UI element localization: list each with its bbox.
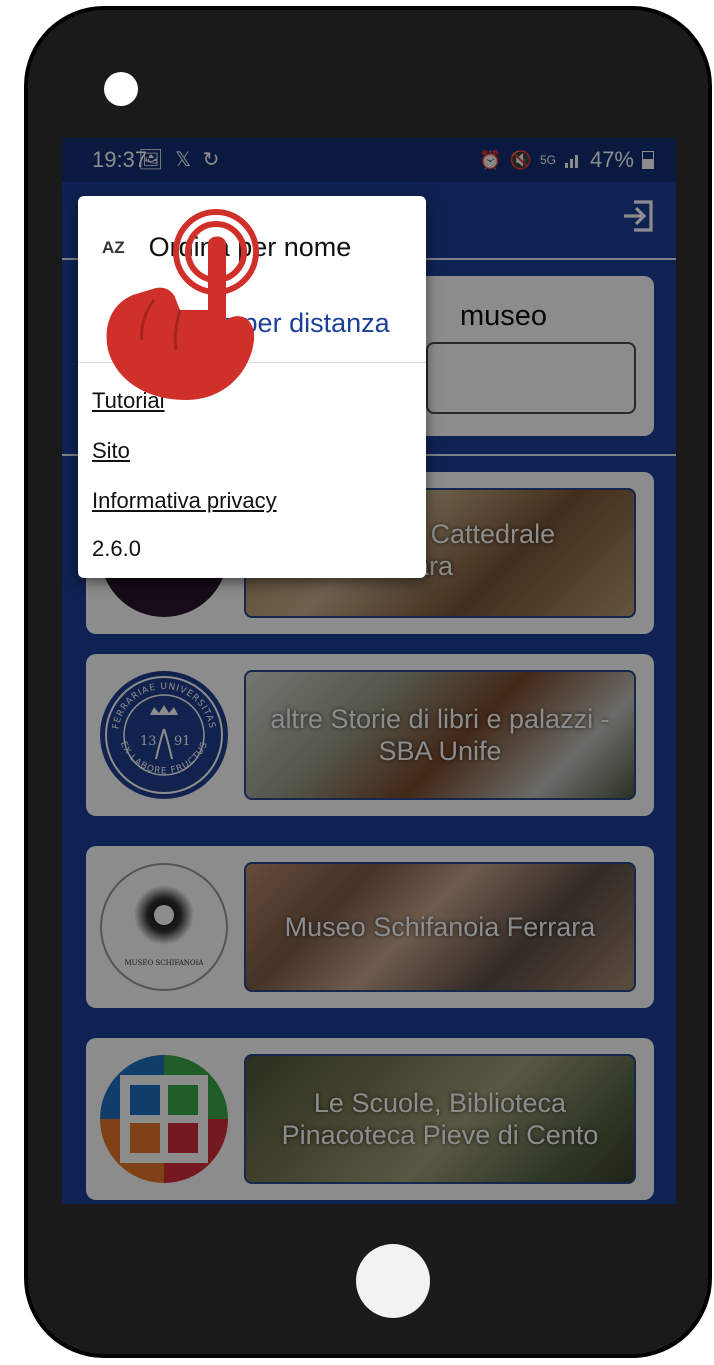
- tap-hand-icon: [106, 209, 259, 400]
- app-version: 2.6.0: [92, 536, 141, 561]
- privacy-link[interactable]: Informativa privacy: [92, 488, 277, 514]
- site-link[interactable]: Sito: [92, 438, 130, 464]
- home-button[interactable]: [356, 1244, 430, 1318]
- camera-dot: [104, 72, 138, 106]
